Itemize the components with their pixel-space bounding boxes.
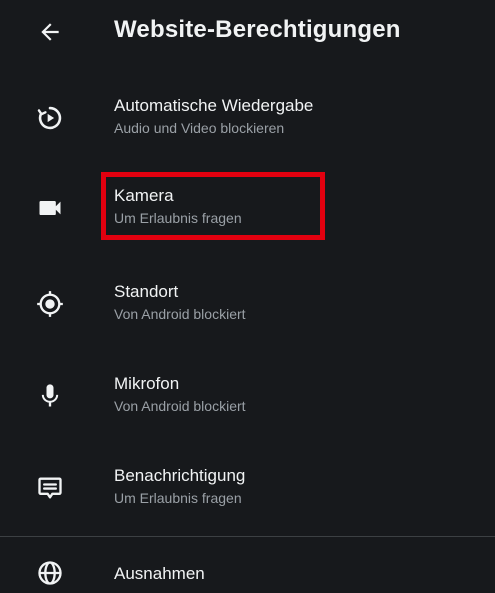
- location-icon: [36, 290, 64, 318]
- permission-status: Audio und Video blockieren: [114, 120, 285, 136]
- back-button[interactable]: [30, 14, 70, 50]
- exceptions-item[interactable]: Ausnahmen: [0, 537, 495, 593]
- notification-icon: [36, 474, 64, 502]
- arrow-back-icon: [41, 23, 59, 41]
- permission-label: Benachrichtigung: [114, 466, 246, 485]
- globe-icon: [36, 559, 64, 587]
- permission-status: Von Android blockiert: [114, 398, 246, 414]
- permission-status: Um Erlaubnis fragen: [114, 490, 242, 506]
- permission-item-autoplay[interactable]: Automatische Wiedergabe Audio und Video …: [0, 76, 495, 160]
- permission-item-microphone[interactable]: Mikrofon Von Android blockiert: [0, 354, 495, 438]
- autoplay-icon: [36, 104, 64, 132]
- permission-item-camera[interactable]: Kamera Um Erlaubnis fragen: [0, 166, 495, 250]
- page-title: Website-Berechtigungen: [114, 16, 401, 43]
- permission-item-notification[interactable]: Benachrichtigung Um Erlaubnis fragen: [0, 446, 495, 530]
- permission-item-location[interactable]: Standort Von Android blockiert: [0, 262, 495, 346]
- permission-status: Um Erlaubnis fragen: [114, 210, 242, 226]
- camera-icon: [36, 194, 64, 222]
- permission-label: Standort: [114, 282, 179, 301]
- app-bar: Website-Berechtigungen: [0, 0, 495, 64]
- permission-label: Mikrofon: [114, 374, 180, 393]
- permission-status: Von Android blockiert: [114, 306, 246, 322]
- exceptions-label: Ausnahmen: [114, 564, 205, 583]
- microphone-icon: [36, 382, 64, 410]
- permission-label: Automatische Wiedergabe: [114, 96, 314, 115]
- permission-label: Kamera: [114, 186, 174, 205]
